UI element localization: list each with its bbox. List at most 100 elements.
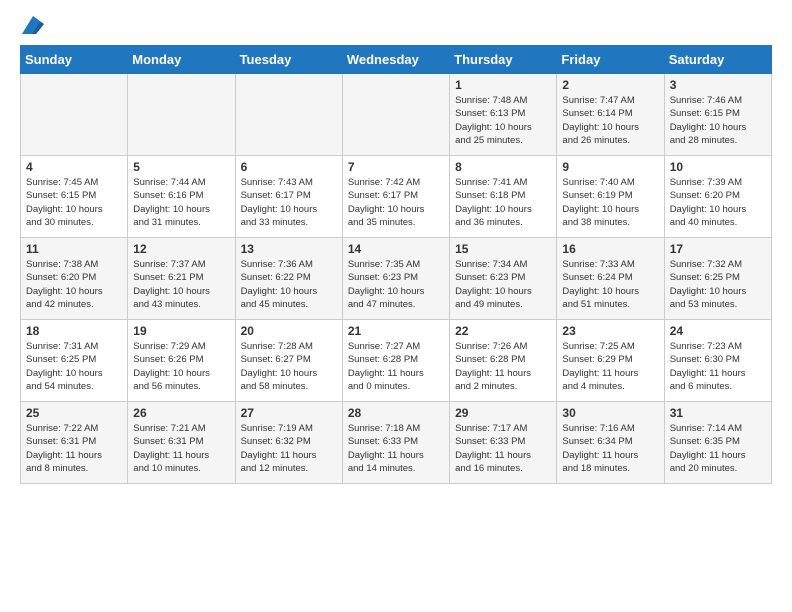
day-info: Sunrise: 7:38 AM Sunset: 6:20 PM Dayligh… [26, 258, 123, 311]
day-cell: 5 Sunrise: 7:44 AM Sunset: 6:16 PM Daylig… [128, 156, 235, 238]
day-cell: 28Sunrise: 7:18 AM Sunset: 6:33 PM Dayli… [342, 402, 449, 484]
header-cell-tuesday: Tuesday [235, 46, 342, 74]
header-cell-thursday: Thursday [450, 46, 557, 74]
day-info: Sunrise: 7:39 AM Sunset: 6:20 PM Dayligh… [670, 176, 767, 229]
day-cell: 13 Sunrise: 7:36 AM Sunset: 6:22 PM Dayli… [235, 238, 342, 320]
day-cell: 8Sunrise: 7:41 AM Sunset: 6:18 PM Daylig… [450, 156, 557, 238]
week-row-2: 4Sunrise: 7:45 AM Sunset: 6:15 PM Daylig… [21, 156, 772, 238]
day-cell: 16Sunrise: 7:33 AM Sunset: 6:24 PM Dayli… [557, 238, 664, 320]
header-cell-saturday: Saturday [664, 46, 771, 74]
day-number: 1 [455, 78, 552, 92]
day-cell: 25 Sunrise: 7:22 AM Sunset: 6:31 PM Dayli… [21, 402, 128, 484]
page: SundayMondayTuesdayWednesdayThursdayFrid… [0, 0, 792, 612]
day-cell: 15Sunrise: 7:34 AM Sunset: 6:23 PM Dayli… [450, 238, 557, 320]
day-info: Sunrise: 7:43 AM Sunset: 6:17 PM Dayligh… [241, 176, 338, 229]
day-info: Sunrise: 7:21 AM Sunset: 6:31 PM Dayligh… [133, 422, 230, 475]
day-cell: 10Sunrise: 7:39 AM Sunset: 6:20 PM Dayli… [664, 156, 771, 238]
day-info: Sunrise: 7:23 AM Sunset: 6:30 PM Dayligh… [670, 340, 767, 393]
day-cell: 31 Sunrise: 7:14 AM Sunset: 6:35 PM Dayli… [664, 402, 771, 484]
day-info: Sunrise: 7:14 AM Sunset: 6:35 PM Dayligh… [670, 422, 767, 475]
week-row-1: 1 Sunrise: 7:48 AM Sunset: 6:13 PM Daylig… [21, 74, 772, 156]
week-row-3: 11 Sunrise: 7:38 AM Sunset: 6:20 PM Dayli… [21, 238, 772, 320]
header-cell-sunday: Sunday [21, 46, 128, 74]
day-number: 13 [241, 242, 338, 256]
day-number: 27 [241, 406, 338, 420]
day-number: 6 [241, 160, 338, 174]
day-cell: 26Sunrise: 7:21 AM Sunset: 6:31 PM Dayli… [128, 402, 235, 484]
day-number: 15 [455, 242, 552, 256]
day-cell: 19 Sunrise: 7:29 AM Sunset: 6:26 PM Dayli… [128, 320, 235, 402]
day-cell: 20 Sunrise: 7:28 AM Sunset: 6:27 PM Dayli… [235, 320, 342, 402]
logo-icon [22, 16, 44, 34]
calendar-header: SundayMondayTuesdayWednesdayThursdayFrid… [21, 46, 772, 74]
day-info: Sunrise: 7:42 AM Sunset: 6:17 PM Dayligh… [348, 176, 445, 229]
day-cell: 24Sunrise: 7:23 AM Sunset: 6:30 PM Dayli… [664, 320, 771, 402]
day-info: Sunrise: 7:29 AM Sunset: 6:26 PM Dayligh… [133, 340, 230, 393]
day-info: Sunrise: 7:22 AM Sunset: 6:31 PM Dayligh… [26, 422, 123, 475]
day-info: Sunrise: 7:44 AM Sunset: 6:16 PM Dayligh… [133, 176, 230, 229]
header-row: SundayMondayTuesdayWednesdayThursdayFrid… [21, 46, 772, 74]
day-cell: 23 Sunrise: 7:25 AM Sunset: 6:29 PM Dayli… [557, 320, 664, 402]
day-info: Sunrise: 7:28 AM Sunset: 6:27 PM Dayligh… [241, 340, 338, 393]
day-cell: 9 Sunrise: 7:40 AM Sunset: 6:19 PM Daylig… [557, 156, 664, 238]
day-cell: 30 Sunrise: 7:16 AM Sunset: 6:34 PM Dayli… [557, 402, 664, 484]
day-cell [342, 74, 449, 156]
calendar-table: SundayMondayTuesdayWednesdayThursdayFrid… [20, 45, 772, 484]
day-number: 8 [455, 160, 552, 174]
day-number: 19 [133, 324, 230, 338]
day-cell: 7Sunrise: 7:42 AM Sunset: 6:17 PM Daylig… [342, 156, 449, 238]
day-cell: 18Sunrise: 7:31 AM Sunset: 6:25 PM Dayli… [21, 320, 128, 402]
day-info: Sunrise: 7:46 AM Sunset: 6:15 PM Dayligh… [670, 94, 767, 147]
logo [20, 16, 44, 35]
day-info: Sunrise: 7:25 AM Sunset: 6:29 PM Dayligh… [562, 340, 659, 393]
day-info: Sunrise: 7:16 AM Sunset: 6:34 PM Dayligh… [562, 422, 659, 475]
day-number: 11 [26, 242, 123, 256]
day-info: Sunrise: 7:19 AM Sunset: 6:32 PM Dayligh… [241, 422, 338, 475]
day-number: 30 [562, 406, 659, 420]
day-cell: 12Sunrise: 7:37 AM Sunset: 6:21 PM Dayli… [128, 238, 235, 320]
day-cell: 2Sunrise: 7:47 AM Sunset: 6:14 PM Daylig… [557, 74, 664, 156]
day-number: 31 [670, 406, 767, 420]
day-cell: 3 Sunrise: 7:46 AM Sunset: 6:15 PM Daylig… [664, 74, 771, 156]
day-cell: 6 Sunrise: 7:43 AM Sunset: 6:17 PM Daylig… [235, 156, 342, 238]
day-info: Sunrise: 7:26 AM Sunset: 6:28 PM Dayligh… [455, 340, 552, 393]
day-number: 18 [26, 324, 123, 338]
day-cell: 14 Sunrise: 7:35 AM Sunset: 6:23 PM Dayli… [342, 238, 449, 320]
day-cell [235, 74, 342, 156]
day-number: 3 [670, 78, 767, 92]
header-cell-monday: Monday [128, 46, 235, 74]
day-number: 20 [241, 324, 338, 338]
day-info: Sunrise: 7:17 AM Sunset: 6:33 PM Dayligh… [455, 422, 552, 475]
header [20, 16, 772, 35]
day-info: Sunrise: 7:48 AM Sunset: 6:13 PM Dayligh… [455, 94, 552, 147]
day-cell: 21 Sunrise: 7:27 AM Sunset: 6:28 PM Dayli… [342, 320, 449, 402]
day-info: Sunrise: 7:18 AM Sunset: 6:33 PM Dayligh… [348, 422, 445, 475]
day-info: Sunrise: 7:33 AM Sunset: 6:24 PM Dayligh… [562, 258, 659, 311]
day-cell: 1 Sunrise: 7:48 AM Sunset: 6:13 PM Daylig… [450, 74, 557, 156]
day-number: 22 [455, 324, 552, 338]
day-number: 25 [26, 406, 123, 420]
week-row-5: 25 Sunrise: 7:22 AM Sunset: 6:31 PM Dayli… [21, 402, 772, 484]
header-cell-wednesday: Wednesday [342, 46, 449, 74]
day-number: 21 [348, 324, 445, 338]
day-number: 5 [133, 160, 230, 174]
day-info: Sunrise: 7:32 AM Sunset: 6:25 PM Dayligh… [670, 258, 767, 311]
day-info: Sunrise: 7:27 AM Sunset: 6:28 PM Dayligh… [348, 340, 445, 393]
day-cell: 4Sunrise: 7:45 AM Sunset: 6:15 PM Daylig… [21, 156, 128, 238]
day-cell: 17 Sunrise: 7:32 AM Sunset: 6:25 PM Dayli… [664, 238, 771, 320]
calendar-body: 1 Sunrise: 7:48 AM Sunset: 6:13 PM Daylig… [21, 74, 772, 484]
day-number: 2 [562, 78, 659, 92]
day-cell: 22 Sunrise: 7:26 AM Sunset: 6:28 PM Dayli… [450, 320, 557, 402]
day-number: 9 [562, 160, 659, 174]
day-info: Sunrise: 7:40 AM Sunset: 6:19 PM Dayligh… [562, 176, 659, 229]
day-number: 23 [562, 324, 659, 338]
day-cell [21, 74, 128, 156]
day-info: Sunrise: 7:37 AM Sunset: 6:21 PM Dayligh… [133, 258, 230, 311]
day-info: Sunrise: 7:35 AM Sunset: 6:23 PM Dayligh… [348, 258, 445, 311]
day-info: Sunrise: 7:36 AM Sunset: 6:22 PM Dayligh… [241, 258, 338, 311]
day-cell: 27 Sunrise: 7:19 AM Sunset: 6:32 PM Dayli… [235, 402, 342, 484]
day-number: 17 [670, 242, 767, 256]
day-number: 29 [455, 406, 552, 420]
day-number: 14 [348, 242, 445, 256]
day-number: 4 [26, 160, 123, 174]
